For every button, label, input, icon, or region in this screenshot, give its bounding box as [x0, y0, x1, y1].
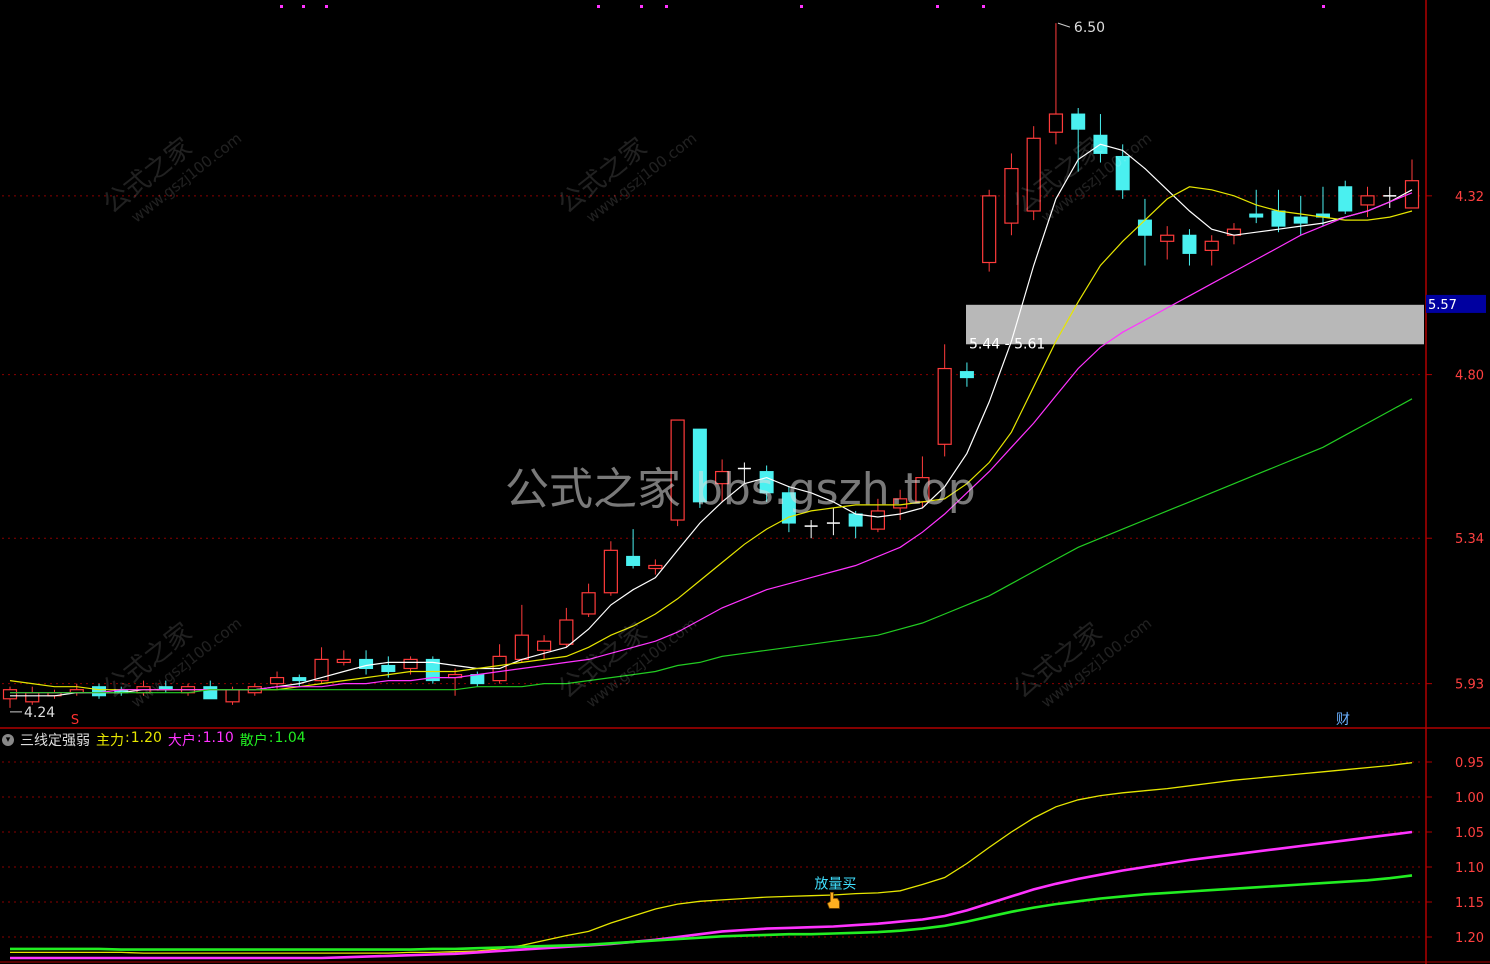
zone-label: 5.44 - 5.61	[969, 336, 1045, 352]
candle-body	[715, 470, 730, 485]
buy-signal-label: 放量买	[814, 876, 856, 892]
high-label: 6.50	[1074, 20, 1105, 36]
top-dot	[597, 5, 600, 8]
indicator-name[interactable]: 三线定强弱	[20, 730, 90, 750]
candle[interactable]	[982, 189, 997, 272]
main-axis-label: 5.34	[1455, 532, 1484, 547]
candle[interactable]	[670, 419, 685, 527]
candle-body	[870, 510, 886, 530]
sub-axis-label: 1.15	[1455, 896, 1484, 911]
top-dot	[325, 5, 328, 8]
candle-body	[1004, 167, 1019, 224]
sub-axis-label: 1.00	[1455, 791, 1484, 806]
price-tag-text: 5.57	[1428, 298, 1457, 313]
candle-body	[1271, 210, 1286, 227]
candle-body	[1160, 234, 1175, 242]
sub-axis-label: 0.95	[1455, 756, 1484, 771]
chevron-down-icon[interactable]: ▾	[2, 734, 14, 746]
top-dot	[640, 5, 643, 8]
candle-body	[1293, 216, 1308, 224]
candle-body	[536, 640, 552, 651]
candle-body	[514, 634, 529, 661]
candle-body	[626, 555, 641, 566]
candle-body	[1338, 186, 1353, 212]
candle-body	[759, 471, 774, 494]
candle-body	[269, 676, 285, 685]
top-dot	[982, 5, 985, 8]
candle-body	[1249, 213, 1264, 218]
stock-chart[interactable]: 5.93 5.34 4.80 4.32 1.20 1.15 1.10 1.05 1.00 0.95…	[0, 0, 1490, 964]
candle-body	[470, 674, 485, 685]
low-label: 4.24	[24, 705, 55, 721]
legend-retail: 散户:1.04	[239, 730, 306, 749]
candle-body	[559, 619, 574, 645]
candle-body	[1360, 195, 1375, 206]
candle-body	[603, 549, 618, 594]
top-dot	[302, 5, 305, 8]
candle-body	[581, 592, 596, 615]
candle-body	[292, 677, 307, 682]
top-dot	[665, 5, 668, 8]
sub-axis-label: 1.05	[1455, 826, 1484, 841]
candle-body	[937, 367, 952, 445]
candle-body	[203, 686, 218, 700]
candle-body	[92, 686, 107, 697]
candle-body	[2, 689, 18, 700]
top-dot	[800, 5, 803, 8]
candle-body	[848, 513, 863, 527]
candle-body	[1026, 137, 1041, 212]
candle-body	[1137, 219, 1152, 236]
s-marker: S	[71, 713, 79, 728]
candle[interactable]	[692, 428, 707, 508]
legend-main-force: 主力:1.20	[96, 730, 162, 749]
candle-body	[893, 498, 908, 509]
candle-body	[1071, 113, 1086, 130]
candle-body	[1204, 240, 1219, 251]
candle-body	[1115, 155, 1130, 191]
candle-body	[915, 477, 930, 503]
candle-body	[336, 658, 351, 664]
main-axis-label: 4.80	[1455, 369, 1484, 384]
top-dot	[1322, 5, 1325, 8]
sub-axis-label: 1.20	[1455, 931, 1484, 946]
candle-body	[25, 692, 40, 703]
cai-marker: 财	[1336, 712, 1350, 728]
candle-body	[692, 428, 707, 503]
legend-large-holder: 大户:1.10	[167, 730, 234, 749]
main-axis-label: 4.32	[1455, 190, 1484, 205]
candle-body	[982, 195, 997, 264]
top-dot	[280, 5, 283, 8]
candle-body	[381, 664, 396, 673]
top-dot	[936, 5, 939, 8]
indicator-legend[interactable]: ▾ 三线定强弱 主力:1.20 大户:1.10 散户:1.04	[2, 730, 306, 750]
sub-axis-label: 1.10	[1455, 861, 1484, 876]
candle-body	[1182, 234, 1197, 254]
candle-body	[225, 689, 240, 703]
candle[interactable]	[425, 656, 440, 684]
candle[interactable]	[1026, 126, 1041, 221]
candle-body	[959, 371, 974, 379]
candle-body	[403, 658, 418, 670]
candle-body	[1048, 113, 1064, 133]
candle-body	[648, 564, 663, 570]
main-axis-label: 5.93	[1455, 678, 1484, 693]
candle-body	[670, 419, 685, 521]
candle-body	[781, 492, 796, 524]
